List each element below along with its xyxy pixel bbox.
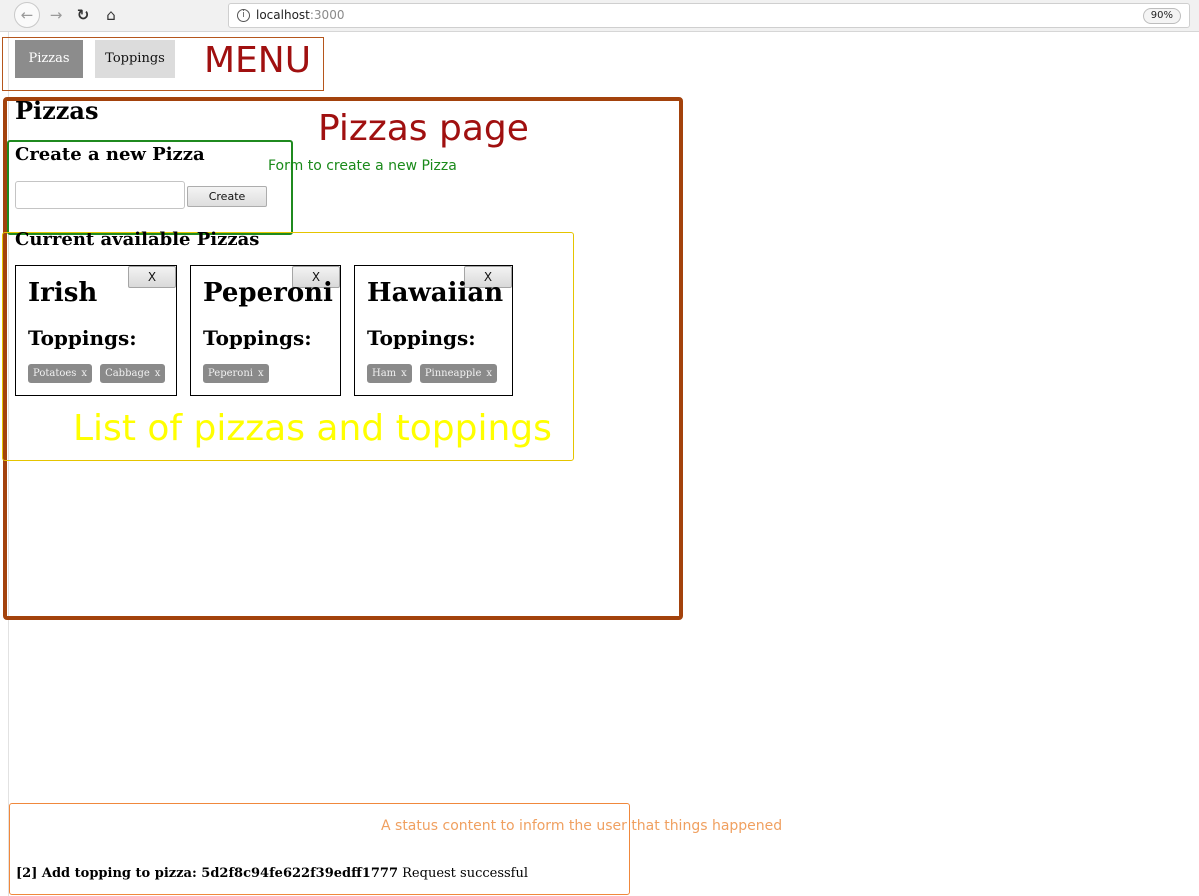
menu-toppings-button[interactable]: Toppings bbox=[95, 40, 175, 78]
remove-topping-button[interactable]: x bbox=[258, 364, 264, 383]
url-text: localhost:3000 bbox=[256, 4, 344, 27]
topping-chip-list: Ham x Pinneapple x bbox=[367, 364, 498, 383]
pizzas-page-annotation: Pizzas page bbox=[318, 108, 529, 149]
pizza-list-title: Current available Pizzas bbox=[15, 229, 260, 250]
topping-chip: Pinneapple x bbox=[419, 364, 498, 383]
create-pizza-title: Create a new Pizza bbox=[15, 144, 205, 165]
remove-topping-button[interactable]: x bbox=[486, 364, 492, 383]
forward-icon[interactable]: → bbox=[43, 2, 69, 28]
pizza-name-input[interactable] bbox=[15, 181, 185, 209]
create-button[interactable]: Create bbox=[187, 186, 267, 207]
url-port: :3000 bbox=[309, 8, 345, 22]
toppings-heading: Toppings: bbox=[203, 326, 312, 350]
topping-chip-label: Potatoes bbox=[33, 368, 77, 379]
menu-annotation: MENU bbox=[204, 40, 312, 81]
browser-toolbar: ← → ↻ ⌂ i localhost:3000 90% bbox=[0, 0, 1199, 32]
topping-chip: Ham x bbox=[367, 364, 412, 383]
toppings-heading: Toppings: bbox=[367, 326, 476, 350]
pizza-name: Irish bbox=[28, 278, 98, 308]
topping-chip: Potatoes x bbox=[28, 364, 93, 383]
topping-chip: Peperoni x bbox=[203, 364, 269, 383]
status-message: [2] Add topping to pizza: 5d2f8c94fe622f… bbox=[16, 866, 528, 881]
zoom-badge[interactable]: 90% bbox=[1142, 8, 1181, 24]
topping-chip-label: Ham bbox=[372, 368, 397, 379]
remove-topping-button[interactable]: x bbox=[401, 364, 407, 383]
status-result: Request successful bbox=[402, 866, 529, 881]
topping-chip-label: Peperoni bbox=[208, 368, 253, 379]
topping-chip-label: Pinneapple bbox=[424, 368, 482, 379]
pizza-card-peperoni: X Peperoni Toppings: Peperoni x bbox=[190, 265, 341, 396]
back-icon[interactable]: ← bbox=[14, 2, 40, 28]
home-icon[interactable]: ⌂ bbox=[98, 2, 124, 28]
url-host: localhost bbox=[256, 8, 310, 22]
reload-icon[interactable]: ↻ bbox=[70, 2, 96, 28]
delete-pizza-button[interactable]: X bbox=[128, 266, 176, 288]
status-annotation: A status content to inform the user that… bbox=[381, 818, 783, 834]
topping-chip-list: Peperoni x bbox=[203, 364, 269, 383]
topping-chip: Cabbage x bbox=[100, 364, 166, 383]
topping-chip-label: Cabbage bbox=[105, 368, 150, 379]
status-region bbox=[9, 803, 630, 895]
address-bar[interactable]: i localhost:3000 90% bbox=[228, 3, 1190, 28]
list-annotation: List of pizzas and toppings bbox=[73, 408, 552, 449]
info-icon[interactable]: i bbox=[237, 9, 250, 22]
toppings-heading: Toppings: bbox=[28, 326, 137, 350]
remove-topping-button[interactable]: x bbox=[81, 364, 87, 383]
menu-pizzas-button[interactable]: Pizzas bbox=[15, 40, 83, 78]
form-annotation: Form to create a new Pizza bbox=[268, 158, 457, 174]
pizza-name: Peperoni bbox=[203, 278, 333, 308]
page-title: Pizzas bbox=[15, 96, 99, 125]
pizza-name: Hawaiian bbox=[367, 278, 504, 308]
topping-chip-list: Potatoes x Cabbage x bbox=[28, 364, 166, 383]
remove-topping-button[interactable]: x bbox=[155, 364, 161, 383]
pizza-card-irish: X Irish Toppings: Potatoes x Cabbage x bbox=[15, 265, 177, 396]
status-action: [2] Add topping to pizza: 5d2f8c94fe622f… bbox=[16, 866, 398, 881]
pizza-card-hawaiian: X Hawaiian Toppings: Ham x Pinneapple x bbox=[354, 265, 513, 396]
